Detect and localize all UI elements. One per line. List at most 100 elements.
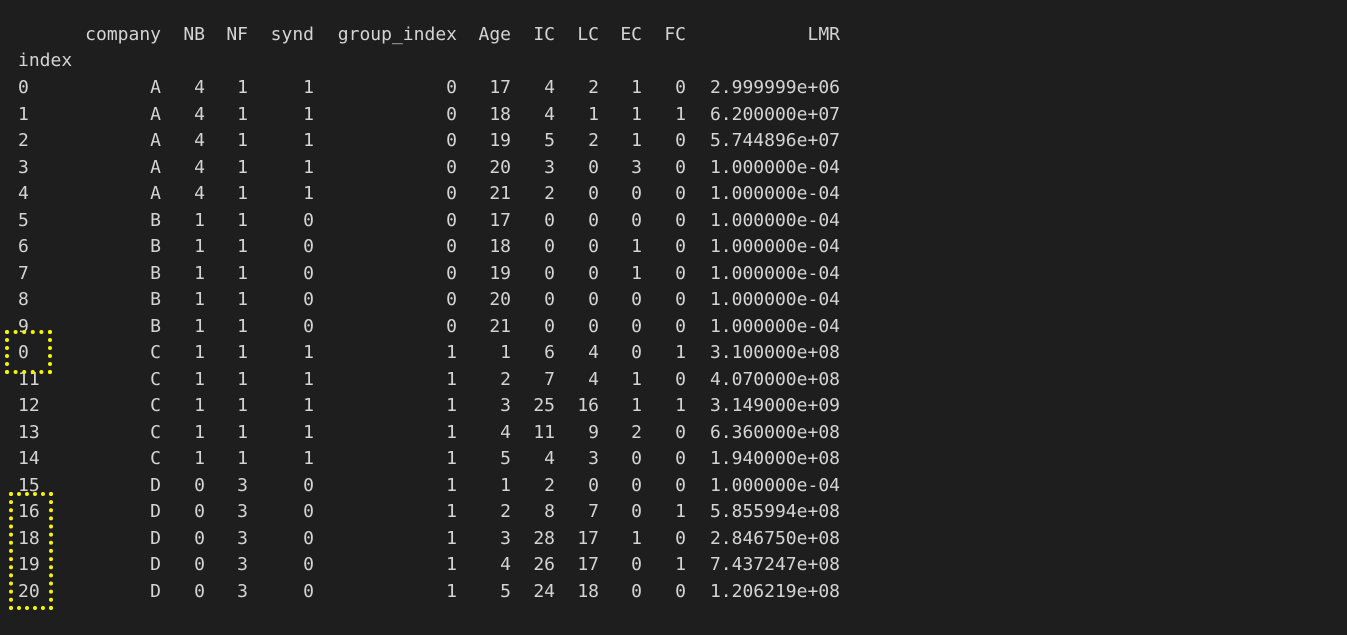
cell-fc: 0 [675, 289, 686, 310]
cell-nb: 1 [194, 289, 205, 310]
cell-group-index: 1 [446, 580, 457, 602]
cell-nf: 1 [237, 77, 248, 98]
column-header-fc: FC [664, 24, 686, 45]
cell-synd: 1 [303, 448, 314, 469]
cell-age: 20 [489, 289, 511, 310]
cell-nb: 4 [194, 77, 205, 98]
cell-lmr: 4.070000e+08 [709, 368, 840, 390]
cell-company: A [150, 77, 161, 98]
cell-synd: 0 [303, 527, 314, 549]
cell-lc: 1 [588, 103, 599, 125]
cell-ic: 8 [544, 501, 555, 522]
table-row: 3 A 4 1 1 0 20 3 0 3 0 1.000000e-04 [0, 155, 900, 181]
cell-ec: 1 [631, 103, 642, 125]
table-row: 13 C 1 1 1 1 4 11 9 2 0 6.360000e+08 [0, 420, 900, 446]
cell-nf: 1 [237, 368, 248, 390]
cell-company: C [150, 342, 161, 363]
cell-lc: 0 [588, 262, 599, 284]
column-header-ec: EC [620, 24, 642, 45]
cell-ic: 0 [544, 315, 555, 337]
cell-group-index: 1 [446, 554, 457, 575]
cell-nf: 1 [237, 315, 248, 337]
cell-fc: 0 [675, 236, 686, 257]
cell-lc: 0 [588, 474, 599, 496]
table-row: 20 D 0 3 0 1 5 24 18 0 0 1.206219e+08 [0, 579, 900, 605]
cell-ic: 3 [544, 156, 555, 178]
column-header-lmr: LMR [807, 24, 840, 45]
cell-ic: 6 [544, 342, 555, 363]
cell-lc: 3 [588, 448, 599, 469]
column-header-nb: NB [183, 24, 205, 45]
cell-nf: 1 [237, 289, 248, 310]
cell-ec: 0 [631, 448, 642, 469]
cell-ec: 2 [631, 421, 642, 443]
cell-nf: 1 [237, 209, 248, 231]
cell-nb: 0 [194, 580, 205, 602]
cell-ic: 0 [544, 209, 555, 231]
row-index: 1 [18, 103, 29, 125]
cell-synd: 0 [303, 209, 314, 231]
cell-age: 21 [489, 315, 511, 337]
cell-age: 2 [500, 501, 511, 522]
cell-age: 18 [489, 103, 511, 125]
row-index: 4 [18, 183, 29, 204]
cell-synd: 0 [303, 262, 314, 284]
cell-nb: 1 [194, 315, 205, 337]
table-row: 11 C 1 1 1 1 2 7 4 1 0 4.070000e+08 [0, 367, 900, 393]
cell-nb: 1 [194, 209, 205, 231]
cell-lc: 18 [577, 580, 599, 602]
cell-lc: 0 [588, 156, 599, 178]
table-row: 4 A 4 1 1 0 21 2 0 0 0 1.000000e-04 [0, 181, 900, 207]
cell-group-index: 1 [446, 368, 457, 390]
cell-group-index: 0 [446, 130, 457, 151]
cell-group-index: 0 [446, 315, 457, 337]
cell-lc: 16 [577, 395, 599, 416]
cell-fc: 0 [675, 421, 686, 443]
highlight-box-index-16-20 [9, 492, 53, 610]
cell-lc: 9 [588, 421, 599, 443]
cell-ec: 0 [631, 342, 642, 363]
cell-age: 5 [500, 580, 511, 602]
table-row: 5 B 1 1 0 0 17 0 0 0 0 1.000000e-04 [0, 208, 900, 234]
cell-nf: 1 [237, 103, 248, 125]
cell-company: D [150, 501, 161, 522]
cell-ec: 1 [631, 236, 642, 257]
cell-fc: 0 [675, 156, 686, 178]
cell-company: A [150, 103, 161, 125]
cell-fc: 0 [675, 209, 686, 231]
cell-fc: 1 [675, 395, 686, 416]
cell-synd: 1 [303, 156, 314, 178]
cell-lmr: 1.000000e-04 [709, 209, 840, 231]
cell-nb: 4 [194, 103, 205, 125]
cell-ic: 24 [533, 580, 555, 602]
cell-fc: 0 [675, 262, 686, 284]
table-row: 16 D 0 3 0 1 2 8 7 0 1 5.855994e+08 [0, 499, 900, 525]
cell-synd: 0 [303, 474, 314, 496]
cell-lc: 2 [588, 77, 599, 98]
cell-lmr: 1.000000e-04 [709, 262, 840, 284]
cell-group-index: 0 [446, 262, 457, 284]
cell-age: 4 [500, 421, 511, 443]
cell-age: 2 [500, 368, 511, 390]
cell-company: C [150, 368, 161, 390]
cell-synd: 1 [303, 130, 314, 151]
cell-fc: 0 [675, 130, 686, 151]
cell-ic: 0 [544, 262, 555, 284]
cell-age: 3 [500, 527, 511, 549]
cell-synd: 1 [303, 395, 314, 416]
cell-lc: 17 [577, 527, 599, 549]
cell-nf: 3 [237, 474, 248, 496]
cell-ec: 1 [631, 368, 642, 390]
cell-lmr: 7.437247e+08 [709, 554, 840, 575]
cell-fc: 1 [675, 501, 686, 522]
cell-ic: 2 [544, 474, 555, 496]
cell-nb: 0 [194, 554, 205, 575]
cell-fc: 0 [675, 580, 686, 602]
cell-nb: 4 [194, 156, 205, 178]
cell-lmr: 2.846750e+08 [709, 527, 840, 549]
cell-ec: 0 [631, 554, 642, 575]
cell-ec: 0 [631, 315, 642, 337]
cell-ic: 0 [544, 236, 555, 257]
table-row: 0 A 4 1 1 0 17 4 2 1 0 2.999999e+06 [0, 75, 900, 101]
column-header-group-index: group_index [337, 24, 457, 45]
